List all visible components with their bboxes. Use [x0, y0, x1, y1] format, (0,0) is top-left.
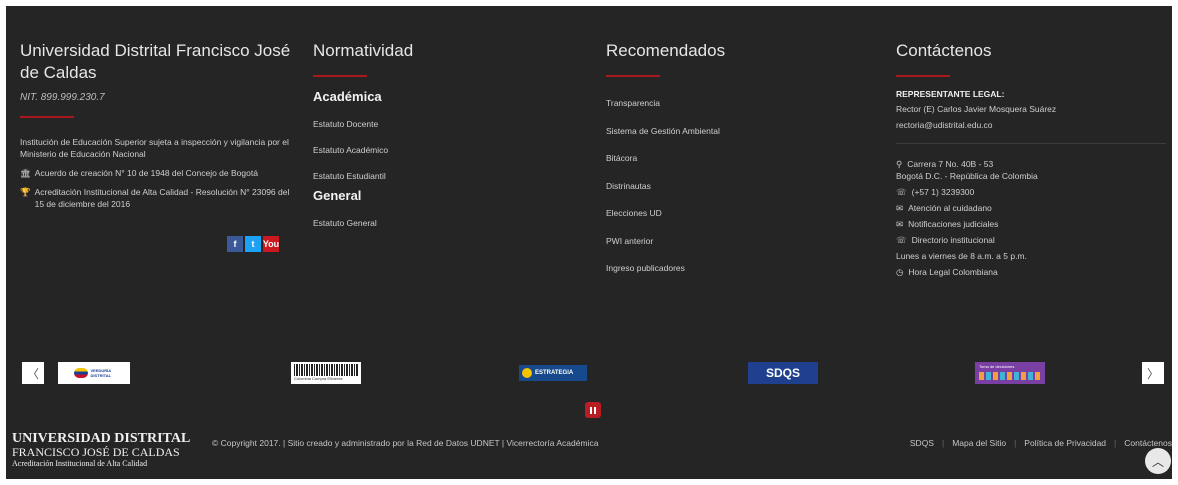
link-pwi-anterior[interactable]: PWI anterior: [606, 235, 866, 247]
carousel-next-button[interactable]: 〉: [1142, 362, 1164, 384]
link-ingreso-publicadores[interactable]: Ingreso publicadores: [606, 262, 866, 274]
notificaciones-link[interactable]: Notificaciones judiciales: [908, 218, 998, 230]
envelope-icon: ✉: [896, 203, 904, 213]
carousel-pause-button[interactable]: [585, 402, 601, 418]
carousel-prev-button[interactable]: 〈: [22, 362, 44, 384]
logo-veeduria-text: VEEDURÍA DISTRITAL: [90, 368, 112, 378]
atencion-row[interactable]: ✉ Atención al cuidadano: [896, 202, 1166, 214]
twitter-icon[interactable]: t: [245, 236, 261, 252]
institution-description: Institución de Educación Superior sujeta…: [20, 137, 289, 159]
academica-heading: Académica: [313, 89, 382, 104]
ud-logo-line3: Acreditación Institucional de Alta Calid…: [12, 459, 148, 468]
ud-logo-line1: UNIVERSIDAD DISTRITAL: [12, 431, 191, 446]
youtube-icon[interactable]: You: [263, 236, 279, 252]
logo-estrategia-text: ESTRATEGIA: [535, 370, 574, 376]
scroll-top-button[interactable]: ︿: [1145, 448, 1171, 474]
link-distrinautas[interactable]: Distrinautas: [606, 180, 866, 192]
ud-logo-line2: FRANCISCO JOSÉ DE CALDAS: [12, 445, 180, 459]
footer: Universidad Distrital Francisco José de …: [6, 6, 1172, 479]
logo-toma-decisiones[interactable]: Toma de decisiones: [975, 362, 1045, 384]
phone-text: (+57 1) 3239300: [911, 187, 975, 197]
contact-title: Contáctenos: [896, 41, 992, 60]
pause-icon: [590, 406, 592, 414]
accreditation-text: Acreditación Institucional de Alta Calid…: [34, 187, 290, 209]
atencion-link[interactable]: Atención al cuidadano: [908, 202, 992, 214]
link-divider: |: [1014, 438, 1017, 448]
phone-icon: ☏: [896, 235, 907, 245]
social-links: f t You: [227, 236, 279, 252]
phone-icon: ☏: [896, 187, 907, 197]
link-mapa-sitio[interactable]: Mapa del Sitio: [952, 438, 1006, 448]
partner-logo-carousel: 〈 VEEDURÍA DISTRITAL Colombia Compra Efi…: [6, 362, 1172, 388]
contact-column: Contáctenos REPRESENTANTE LEGAL: Rector …: [896, 40, 1166, 282]
link-estatuto-academico[interactable]: Estatuto Académico: [313, 144, 573, 156]
phone-row: ☏ (+57 1) 3239300: [896, 186, 1166, 198]
normatividad-column: Normatividad Académica Estatuto Docente …: [313, 40, 573, 243]
facebook-icon[interactable]: f: [227, 236, 243, 252]
recomendados-column: Recomendados Transparencia Sistema de Ge…: [606, 40, 866, 290]
link-bitacora[interactable]: Bitácora: [606, 152, 866, 164]
recomendados-title: Recomendados: [606, 41, 726, 60]
figures-icon: [979, 372, 1041, 380]
trophy-icon: 🏆: [20, 187, 31, 197]
red-divider: [313, 75, 367, 77]
ud-logo[interactable]: UNIVERSIDAD DISTRITAL FRANCISCO JOSÉ DE …: [12, 432, 190, 469]
link-divider: |: [1114, 438, 1117, 448]
building-icon: 🏛: [20, 168, 31, 178]
link-estatuto-docente[interactable]: Estatuto Docente: [313, 118, 573, 130]
logo-toma-text: Toma de decisiones: [979, 364, 1015, 369]
logo-sdqs[interactable]: SDQS: [748, 362, 818, 384]
rector-text: Rector (E) Carlos Javier Mosquera Suárez: [896, 104, 1057, 114]
logo-sdqs-text: SDQS: [765, 366, 800, 380]
horario-text: Lunes a viernes de 8 a.m. a 5 p.m.: [896, 251, 1027, 261]
clock-icon: ◷: [896, 267, 904, 277]
logo-veeduria[interactable]: VEEDURÍA DISTRITAL: [58, 362, 130, 384]
notificaciones-row[interactable]: ✉ Notificaciones judiciales: [896, 218, 1166, 230]
directorio-row[interactable]: ☏ Directorio institucional: [896, 234, 1166, 246]
hora-legal-link[interactable]: Hora Legal Colombiana: [908, 266, 997, 278]
contact-separator: [896, 143, 1166, 144]
normatividad-title: Normatividad: [313, 41, 414, 60]
envelope-icon: ✉: [896, 219, 904, 229]
directorio-link[interactable]: Directorio institucional: [912, 234, 995, 246]
link-gestion-ambiental[interactable]: Sistema de Gestión Ambiental: [606, 125, 866, 137]
accreditation-line: 🏆 Acreditación Institucional de Alta Cal…: [20, 186, 300, 210]
hora-legal-row[interactable]: ◷ Hora Legal Colombiana: [896, 266, 1166, 278]
legal-label: REPRESENTANTE LEGAL:: [896, 89, 1005, 99]
general-heading: General: [313, 188, 362, 203]
map-marker-icon: ⚲: [896, 159, 903, 169]
red-divider: [606, 75, 660, 77]
veeduria-emblem-icon: [73, 368, 88, 378]
address-line2: Bogotá D.C. - República de Colombia: [896, 171, 1038, 181]
rector-email[interactable]: rectoria@udistrital.edu.co: [896, 119, 1166, 131]
seal-icon: [522, 368, 532, 378]
link-contactenos[interactable]: Contáctenos: [1124, 438, 1172, 448]
pause-icon: [594, 406, 596, 414]
chevron-up-icon: ︿: [1151, 454, 1164, 469]
barcode-icon: [294, 364, 358, 376]
address-line1: Carrera 7 No. 40B - 53: [907, 159, 994, 169]
university-name: Universidad Distrital Francisco José de …: [20, 41, 291, 82]
link-transparencia[interactable]: Transparencia: [606, 97, 866, 109]
link-estatuto-general[interactable]: Estatuto General: [313, 217, 573, 229]
address-row: ⚲ Carrera 7 No. 40B - 53: [896, 158, 1166, 170]
copyright-text: © Copyright 2017. | Sitio creado y admin…: [212, 438, 599, 448]
creation-line: 🏛 Acuerdo de creación N° 10 de 1948 del …: [20, 167, 300, 179]
link-estatuto-estudiantil[interactable]: Estatuto Estudiantil: [313, 170, 573, 182]
creation-text: Acuerdo de creación N° 10 de 1948 del Co…: [34, 168, 258, 178]
logo-estrategia[interactable]: ESTRATEGIA: [519, 365, 587, 381]
link-elecciones-ud[interactable]: Elecciones UD: [606, 207, 866, 219]
link-sdqs[interactable]: SDQS: [910, 438, 934, 448]
red-divider: [896, 75, 950, 77]
university-column: Universidad Distrital Francisco José de …: [20, 40, 300, 210]
link-divider: |: [941, 438, 945, 448]
footer-links: SDQS | Mapa del Sitio | Política de Priv…: [910, 438, 1172, 448]
logo-colombia-compra[interactable]: Colombia Compra Eficiente: [291, 362, 361, 384]
red-divider: [20, 116, 74, 118]
logo-compra-text: Colombia Compra Eficiente: [294, 376, 343, 381]
nit-text: NIT. 899.999.230.7: [20, 92, 105, 103]
link-privacidad[interactable]: Política de Privacidad: [1024, 438, 1106, 448]
